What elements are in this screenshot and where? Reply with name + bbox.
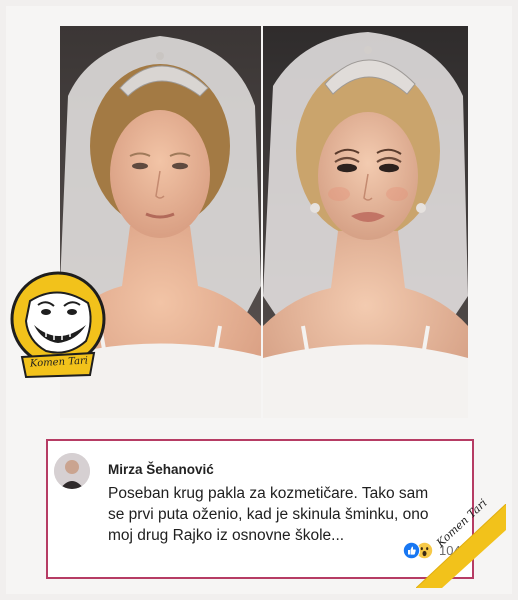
like-icon (403, 541, 420, 559)
photo-after (263, 26, 468, 418)
comment-card: Mirza Šehanović Poseban krug pakla za ko… (46, 439, 474, 579)
comment-author[interactable]: Mirza Šehanović (108, 462, 214, 477)
avatar[interactable] (54, 453, 90, 489)
comment-body: Poseban krug pakla za kozmetičare. Tako … (108, 483, 468, 546)
post-frame: Komen Tari Mirza Šehanović Poseban krug … (6, 6, 512, 594)
comment-line: Poseban krug pakla za kozmetičare. Tako … (108, 485, 429, 502)
troll-face-badge: Komen Tari (8, 271, 108, 385)
comment-line: se prvi puta oženio, kad je skinula šmin… (108, 506, 429, 523)
